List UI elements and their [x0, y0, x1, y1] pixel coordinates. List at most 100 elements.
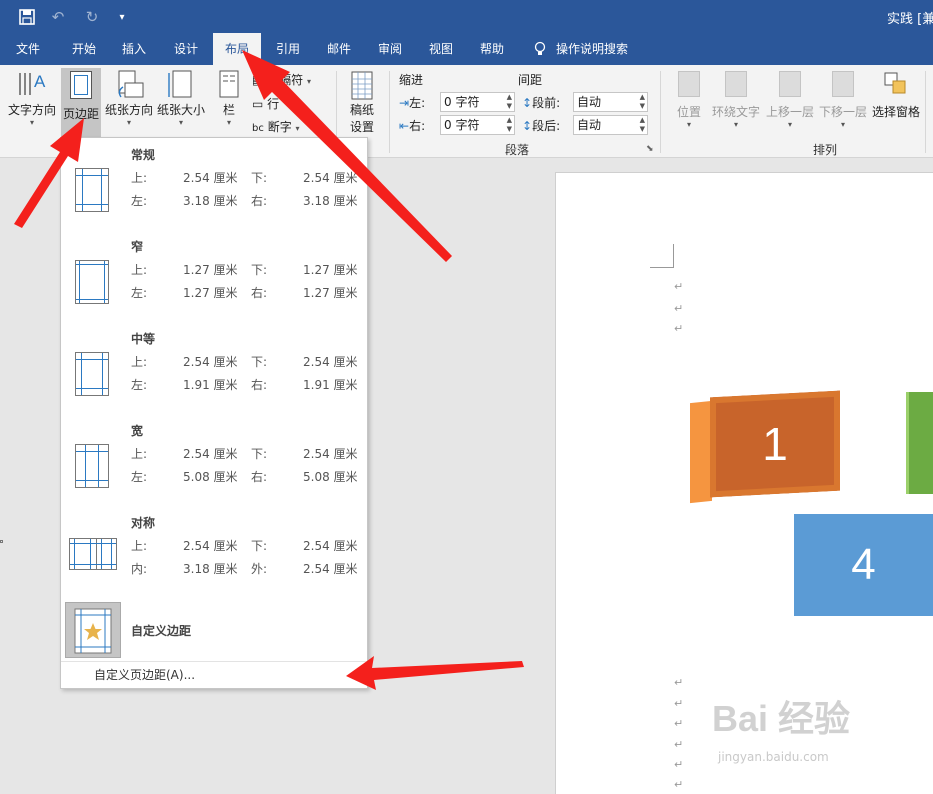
- spacing-title: 间距: [518, 73, 543, 87]
- tab-insert[interactable]: 插入: [110, 33, 158, 65]
- paragraph-mark: ↵: [674, 717, 684, 730]
- title-bar: ↶ ↻ ▾ 实践 [兼: [0, 0, 933, 33]
- draft-paper-icon: [349, 71, 375, 101]
- chevron-down-icon: ▾: [126, 118, 131, 127]
- spacing-before-label: ↕段前:: [522, 96, 561, 110]
- shape-box-2[interactable]: [906, 392, 933, 494]
- margin-option-moderate[interactable]: 中等 上: 2.54 厘米 下: 2.54 厘米 左: 1.91 厘米 右: 1…: [61, 330, 367, 418]
- tab-review[interactable]: 审阅: [366, 33, 414, 65]
- indent-left-input[interactable]: 0 字符 ▲ ▼: [440, 92, 515, 112]
- tab-file[interactable]: 文件: [4, 33, 52, 65]
- spinner-icon[interactable]: ▲ ▼: [640, 93, 645, 111]
- paragraph-mark: ↵: [674, 322, 684, 335]
- ribbon-tabs: 文件 开始 插入 设计 布局 引用 邮件 审阅 视图 帮助 操作说明搜索: [0, 33, 933, 65]
- position-button[interactable]: 位置 ▾: [672, 71, 706, 137]
- text-direction-button[interactable]: A 文字方向 ▾: [6, 69, 58, 135]
- margin-label: 外:: [251, 562, 268, 576]
- margin-label: 右:: [251, 194, 268, 208]
- indent-right-label: ⇤右:: [399, 119, 426, 133]
- margin-option-custom[interactable]: 自定义边距: [61, 598, 367, 660]
- draft-paper-button[interactable]: 稿纸 设置: [344, 71, 380, 137]
- line-numbers-button[interactable]: ▭ 行: [252, 95, 279, 112]
- margin-label: 上:: [131, 447, 148, 461]
- text-direction-icon: A: [16, 69, 48, 101]
- size-button[interactable]: 纸张大小 ▾: [156, 69, 206, 135]
- orientation-icon: [113, 69, 145, 101]
- margin-normal-icon: [75, 168, 109, 212]
- tab-help[interactable]: 帮助: [468, 33, 516, 65]
- margin-value: 1.27 厘米: [303, 263, 358, 277]
- paragraph-group-label: 段落: [505, 143, 530, 157]
- margin-label: 内:: [131, 562, 148, 576]
- spacing-after-input[interactable]: 自动 ▲ ▼: [573, 115, 648, 135]
- margin-wide-icon: [75, 444, 109, 488]
- margin-option-name: 常规: [131, 148, 156, 162]
- breaks-button[interactable]: ▤ 分隔符 ▾: [252, 71, 311, 88]
- spacing-before-input[interactable]: 自动 ▲ ▼: [573, 92, 648, 112]
- margin-label: 右:: [251, 286, 268, 300]
- margin-label: 左:: [131, 378, 148, 392]
- margin-label: 下:: [251, 539, 268, 553]
- shape-box-1[interactable]: 1: [690, 384, 852, 508]
- margins-button[interactable]: 页边距 ▾: [61, 68, 101, 138]
- margin-option-wide[interactable]: 宽 上: 2.54 厘米 下: 2.54 厘米 左: 5.08 厘米 右: 5.…: [61, 422, 367, 510]
- tab-design[interactable]: 设计: [162, 33, 210, 65]
- orientation-button[interactable]: 纸张方向 ▾: [104, 69, 154, 135]
- bring-forward-icon: [779, 71, 801, 97]
- indent-left-label: ⇥左:: [399, 96, 426, 110]
- send-backward-button[interactable]: 下移一层 ▾: [817, 71, 869, 137]
- margin-option-narrow[interactable]: 窄 上: 1.27 厘米 下: 1.27 厘米 左: 1.27 厘米 右: 1.…: [61, 238, 367, 326]
- margin-value: 1.27 厘米: [183, 263, 238, 277]
- spinner-icon[interactable]: ▲ ▼: [507, 116, 512, 134]
- spinner-icon[interactable]: ▲ ▼: [507, 93, 512, 111]
- paragraph-mark: ↵: [674, 738, 684, 751]
- paragraph-mark: ↵: [674, 758, 684, 771]
- tab-mailings[interactable]: 邮件: [315, 33, 363, 65]
- margin-option-normal[interactable]: 常规 上: 2.54 厘米 下: 2.54 厘米 左: 3.18 厘米 右: 3…: [61, 146, 367, 234]
- selection-pane-icon: [883, 71, 909, 97]
- margin-value: 2.54 厘米: [183, 171, 238, 185]
- tab-references[interactable]: 引用: [264, 33, 312, 65]
- spacing-after-icon: ↕: [522, 119, 533, 133]
- undo-icon[interactable]: ↶: [48, 7, 68, 27]
- margin-value: 2.54 厘米: [183, 447, 238, 461]
- tab-home[interactable]: 开始: [60, 33, 108, 65]
- margin-value: 1.91 厘米: [303, 378, 358, 392]
- customize-qat-icon[interactable]: ▾: [112, 7, 132, 27]
- tab-view[interactable]: 视图: [417, 33, 465, 65]
- margin-value: 1.27 厘米: [183, 286, 238, 300]
- paragraph-mark: ↵: [674, 778, 684, 791]
- hyphenation-label: 断字: [267, 120, 292, 134]
- tab-layout[interactable]: 布局: [213, 33, 261, 65]
- orientation-label: 纸张方向: [104, 103, 153, 117]
- paragraph-launcher-icon[interactable]: ⬊: [646, 144, 654, 154]
- selection-pane-button[interactable]: 选择窗格: [870, 71, 922, 137]
- bring-forward-button[interactable]: 上移一层 ▾: [764, 71, 816, 137]
- margin-value: 3.18 厘米: [183, 562, 238, 576]
- margin-option-name: 宽: [131, 424, 144, 438]
- position-icon: [678, 71, 700, 97]
- hyphenation-button[interactable]: bc 断字 ▾: [252, 118, 300, 135]
- tell-me-search[interactable]: 操作说明搜索: [556, 33, 636, 65]
- custom-margins-link[interactable]: 自定义页边距(A)...: [61, 661, 367, 689]
- paragraph-mark: ↵: [674, 302, 684, 315]
- indent-right-input[interactable]: 0 字符 ▲ ▼: [440, 115, 515, 135]
- svg-text:A: A: [34, 72, 46, 91]
- chevron-down-icon: ▾: [686, 120, 691, 129]
- columns-button[interactable]: 栏 ▾: [214, 69, 244, 135]
- spinner-icon[interactable]: ▲ ▼: [640, 116, 645, 134]
- margin-option-mirrored[interactable]: 对称 上: 2.54 厘米 下: 2.54 厘米 内: 3.18 厘米 外: 2…: [61, 514, 367, 602]
- hyphenation-icon: bc: [252, 123, 264, 134]
- shape-box-4[interactable]: 4: [794, 514, 933, 616]
- document-title: 实践 [兼: [887, 12, 933, 27]
- size-icon: [165, 69, 197, 101]
- draft-paper-label-1: 稿纸: [349, 103, 374, 117]
- redo-icon[interactable]: ↻: [82, 7, 102, 27]
- margin-option-name: 窄: [131, 240, 144, 254]
- margin-value: 5.08 厘米: [183, 470, 238, 484]
- lightbulb-icon: [530, 33, 550, 65]
- save-icon[interactable]: [17, 7, 37, 27]
- wrap-text-button[interactable]: 环绕文字 ▾: [710, 71, 762, 137]
- spacing-after-label: ↕段后:: [522, 119, 561, 133]
- line-numbers-label: 行: [267, 97, 280, 111]
